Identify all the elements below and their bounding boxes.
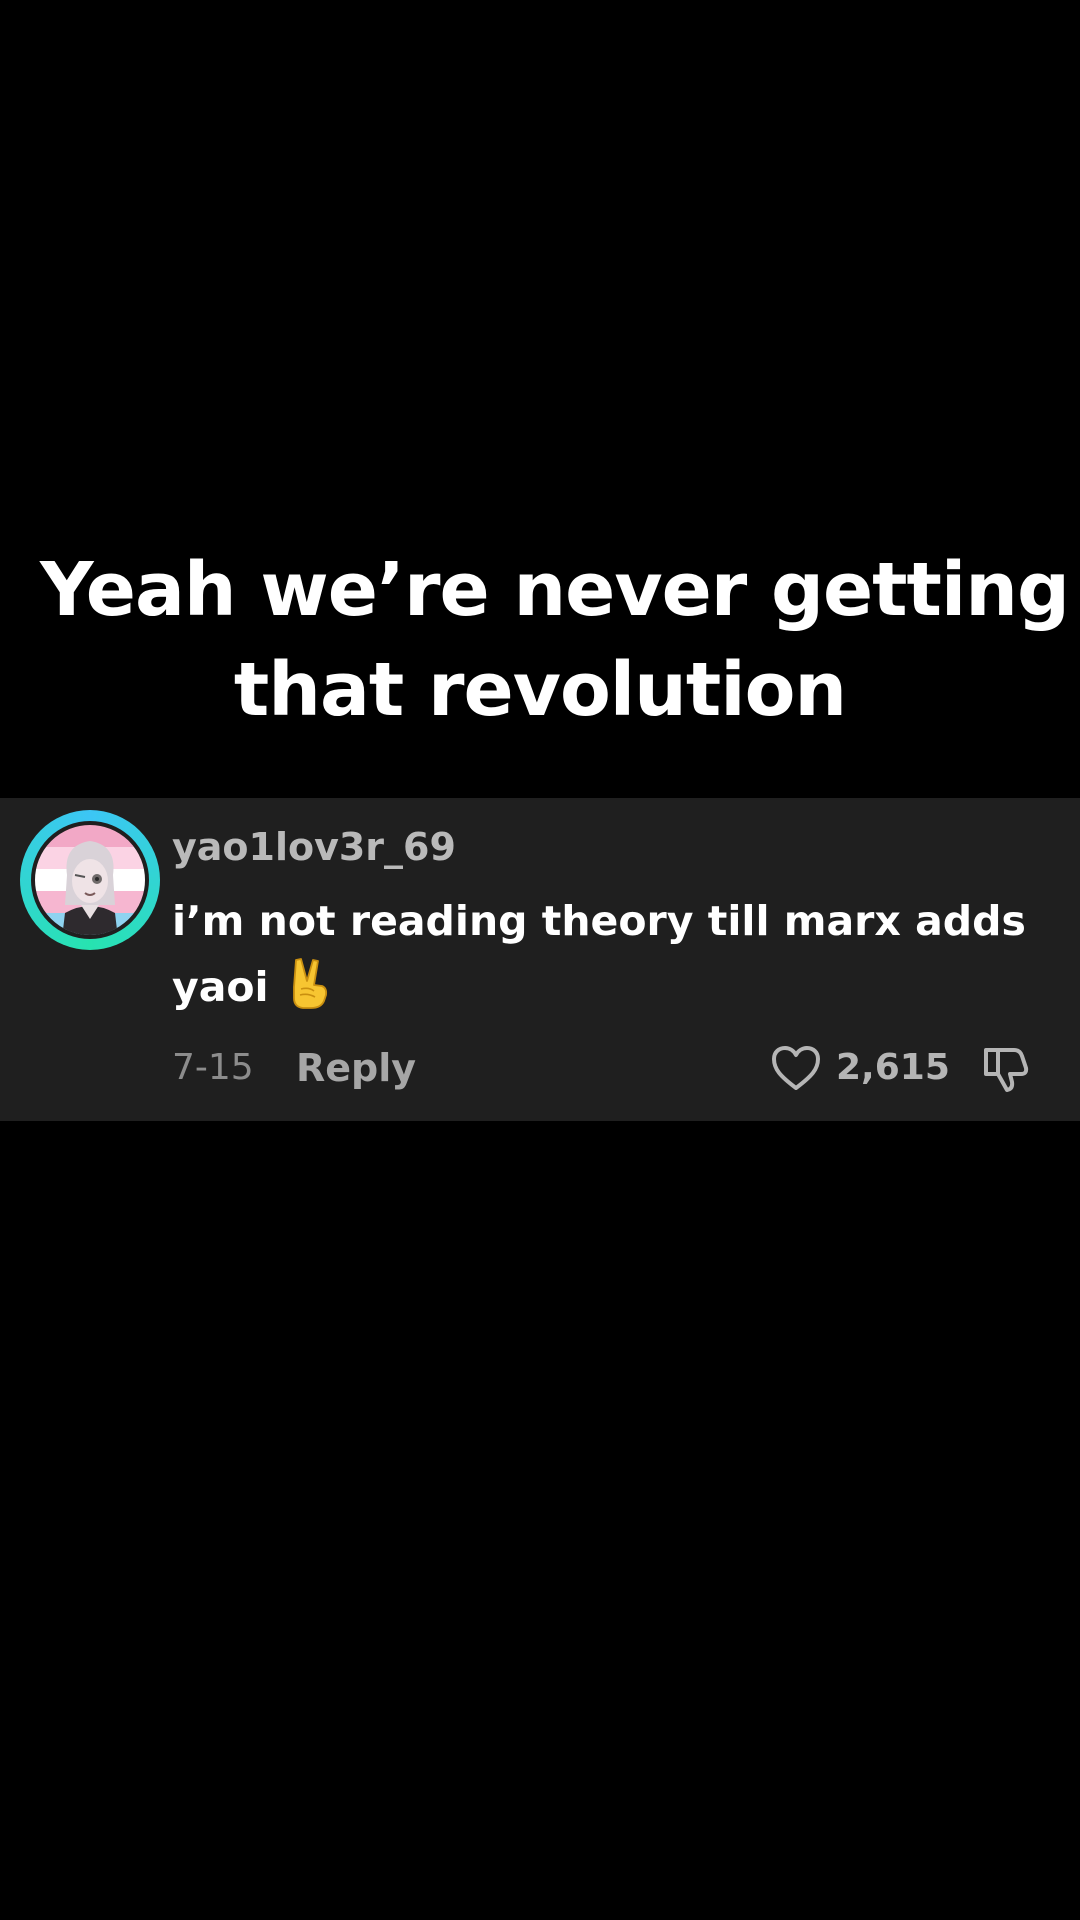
avatar-figure-icon: [62, 841, 118, 935]
avatar[interactable]: [20, 810, 160, 950]
comment-text: i’m not reading theory till marx adds ya…: [172, 888, 1032, 1020]
video-caption: Yeah we’re never getting that revolution: [40, 540, 1070, 740]
comment-username[interactable]: yao1lov3r_69: [172, 822, 456, 872]
caption-line-2: that revolution: [233, 647, 847, 733]
like-count: 2,615: [836, 1047, 950, 1088]
dislike-icon[interactable]: [980, 1042, 1032, 1094]
comment-date: 7-15: [172, 1047, 254, 1088]
comment-text-line-1: i’m not reading theory till marx adds: [172, 897, 1026, 945]
heart-icon[interactable]: [770, 1044, 822, 1092]
caption-line-1: Yeah we’re never getting: [40, 547, 1070, 633]
comment-text-line-2: yaoi: [172, 963, 269, 1011]
comment-meta-row: 7-15 Reply 2,615: [0, 1040, 1080, 1096]
victory-hand-emoji-icon: [292, 958, 327, 1009]
avatar-image: [31, 821, 149, 939]
reply-button[interactable]: Reply: [296, 1040, 416, 1096]
comment-text-line-2-wrap: yaoi: [172, 954, 1032, 1020]
